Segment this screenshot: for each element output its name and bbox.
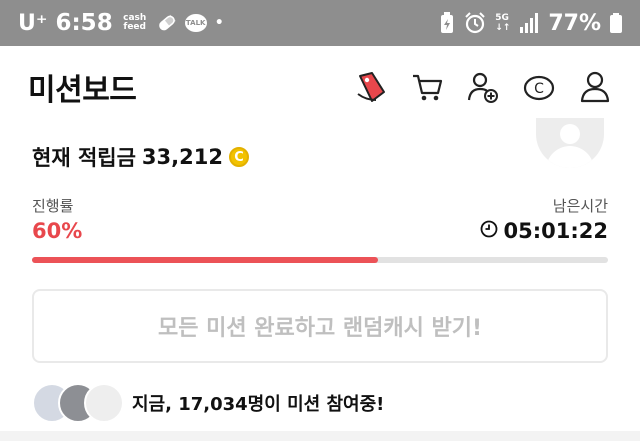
notification-dot: •: [214, 15, 224, 31]
remaining-time-label: 남은시간: [552, 197, 608, 215]
profile-icon[interactable]: [578, 70, 612, 104]
cash-coin-icon[interactable]: C: [522, 70, 556, 104]
mission-tag-icon[interactable]: [354, 70, 388, 104]
cashfeed-line2: feed: [123, 22, 146, 32]
talk-icon: TALK: [184, 14, 207, 32]
participant-avatars: [32, 383, 124, 423]
progress-label: 진행률: [32, 197, 74, 215]
clock-icon: [480, 219, 498, 243]
claim-random-cash-button[interactable]: 모든 미션 완료하고 랜덤캐시 받기!: [32, 289, 608, 363]
cart-icon[interactable]: [410, 70, 444, 104]
coin-icon: C: [228, 147, 249, 167]
avatar-head-shape: [560, 124, 580, 144]
cashfeed-icon: cash feed: [121, 14, 149, 32]
carrier-label: U⁺: [18, 10, 48, 36]
network-label: 5G: [495, 13, 509, 23]
remaining-time-value: 05:01:22: [503, 219, 608, 243]
page-title: 미션보드: [28, 73, 137, 108]
svg-text:C: C: [534, 81, 544, 97]
user-avatar[interactable]: [536, 118, 604, 168]
add-friend-icon[interactable]: [466, 70, 500, 104]
alarm-icon: [464, 12, 486, 34]
mission-board-content: 현재 적립금 33,212 C 진행률 60% 남은시간 05:01:22 모든…: [0, 118, 640, 441]
status-right: 5G ↓↑ 77%: [439, 11, 622, 36]
app-header: 미션보드 C: [0, 46, 640, 128]
balance-label: 현재 적립금: [32, 146, 136, 170]
avatar-body-shape: [546, 146, 594, 168]
remaining-time: 05:01:22: [480, 219, 608, 243]
battery-saver-icon: [439, 12, 455, 34]
progress-bar-fill: [32, 257, 378, 263]
battery-icon: [610, 13, 622, 33]
pill-icon: [157, 13, 177, 33]
avatar: [84, 383, 124, 423]
participants-count-text: 지금, 17,034명이 미션 참여중!: [132, 394, 385, 415]
progress-value: 60%: [32, 219, 83, 243]
signal-icon: [519, 13, 539, 33]
status-bar: U⁺ 6:58 cash feed TALK • 5G ↓↑ 77%: [0, 0, 640, 46]
balance-amount: 33,212: [141, 145, 223, 169]
header-actions: C: [354, 70, 612, 104]
participants-row: 지금, 17,034명이 미션 참여중!: [32, 383, 384, 423]
balance-row: 현재 적립금 33,212 C: [32, 142, 249, 172]
status-left: U⁺ 6:58 cash feed TALK •: [18, 10, 224, 36]
progress-bar: [32, 257, 608, 263]
clock: 6:58: [55, 10, 113, 36]
network-type: 5G ↓↑: [495, 13, 511, 33]
battery-percent: 77%: [548, 10, 601, 36]
